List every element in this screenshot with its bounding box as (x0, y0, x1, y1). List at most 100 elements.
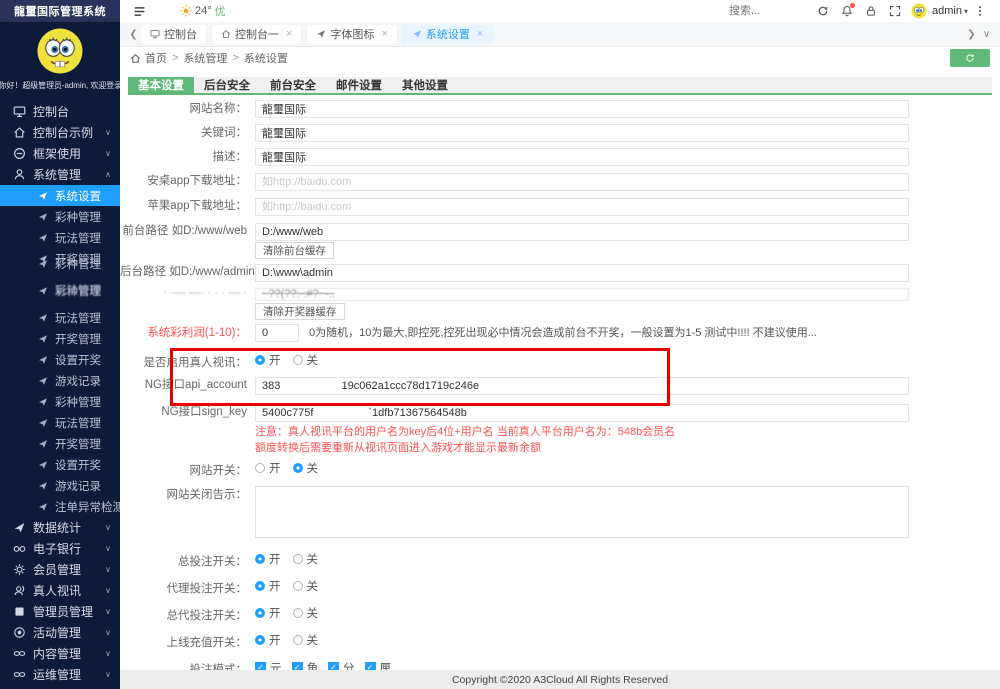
ios-app-url-input[interactable] (255, 198, 909, 216)
description-input[interactable] (255, 148, 909, 166)
sidebar-subitem-11[interactable]: 开奖管理 (0, 328, 120, 349)
open-tab-3[interactable]: 系统设置× (403, 25, 492, 44)
admin-menu[interactable]: admin (932, 5, 962, 17)
sidebar-item-label: 彩种管理 (55, 256, 101, 272)
bet-mode-yuan-checkbox[interactable]: ✓ (255, 662, 266, 670)
close-icon[interactable]: × (286, 29, 292, 40)
android-app-url-input[interactable] (255, 173, 909, 191)
keywords-input[interactable] (255, 124, 909, 142)
more-options-icon[interactable] (968, 0, 992, 22)
live-video-on-radio[interactable] (255, 355, 265, 365)
send-icon (38, 481, 48, 491)
general-agent-bet-on-radio[interactable] (255, 608, 265, 618)
notification-bell-icon[interactable] (835, 0, 859, 22)
settings-tab-2[interactable]: 前台安全 (260, 77, 326, 93)
send-icon (38, 439, 48, 449)
chevron-down-icon: ∨ (105, 128, 111, 137)
sidebar-item-27[interactable]: 运维管理∨ (0, 664, 120, 685)
bet-mode-jiao-checkbox[interactable]: ✓ (292, 662, 303, 670)
sidebar-item-22[interactable]: 会员管理∨ (0, 559, 120, 580)
site-name-input[interactable] (255, 100, 909, 118)
ng-sign-key-input[interactable] (255, 404, 909, 422)
breadcrumb-home[interactable]: 首页 (145, 50, 167, 66)
settings-tab-4[interactable]: 其他设置 (392, 77, 458, 93)
form-row-close-notice: 网站关闭告示： (120, 486, 1000, 543)
breadcrumb-level1[interactable]: 系统管理 (183, 50, 227, 66)
clear-front-cache-button[interactable]: 清除前台缓存 (255, 242, 334, 259)
open-tab-label: 控制台 (164, 26, 197, 42)
general-agent-bet-off-radio[interactable] (293, 608, 303, 618)
sidebar-subitem-8[interactable]: 彩种管理 (0, 253, 120, 274)
sidebar-subitem-19[interactable]: 注单异常检测 (0, 496, 120, 517)
total-bet-on-radio[interactable] (255, 554, 265, 564)
total-bet-off-radio[interactable] (293, 554, 303, 564)
user-profile: 你好！超级管理员-admin, 欢迎登录 (0, 22, 120, 95)
agent-bet-on-radio[interactable] (255, 581, 265, 591)
sidebar-subitem-9[interactable]: 彩种管理玩法管理 (0, 280, 120, 301)
sidebar-subitem-10[interactable]: 玩法管理 (0, 307, 120, 328)
open-tab-2[interactable]: 字体图标× (307, 25, 396, 44)
ng-api-account-input[interactable] (255, 377, 909, 395)
open-tab-0[interactable]: 控制台 (141, 25, 206, 44)
form-row-agent-bet: 代理投注开关： 开 关 (120, 580, 1000, 598)
sys-profit-range-input[interactable] (255, 324, 299, 342)
glitched-path-input[interactable] (255, 288, 909, 301)
form-row-total-bet: 总投注开关： 开 关 (120, 553, 1000, 571)
tabs-menu-icon[interactable]: ∨ (979, 29, 994, 40)
sidebar-subitem-6[interactable]: 玩法管理 (0, 227, 120, 248)
sidebar-item-1[interactable]: 控制台示例∨ (0, 122, 120, 143)
greeting-text: 你好！超级管理员-admin, 欢迎登录 (0, 79, 122, 90)
search-input[interactable] (729, 5, 811, 17)
sidebar-subitem-13[interactable]: 游戏记录 (0, 370, 120, 391)
sidebar-subitem-17[interactable]: 设置开奖 (0, 454, 120, 475)
field-label: 网站开关： (120, 462, 255, 480)
recharge-off-radio[interactable] (293, 635, 303, 645)
sidebar-item-3[interactable]: 系统管理∧ (0, 164, 120, 185)
bet-mode-li-checkbox[interactable]: ✓ (365, 662, 376, 670)
open-tab-1[interactable]: 控制台一× (212, 25, 301, 44)
form-row-note2: 额度转换后需要重新从视讯页面进入游戏才能显示最新余额 (120, 442, 1000, 454)
bet-mode-fen-checkbox[interactable]: ✓ (328, 662, 339, 670)
sidebar-item-23[interactable]: 真人视讯∨ (0, 580, 120, 601)
fullscreen-icon[interactable] (883, 0, 907, 22)
sidebar-item-20[interactable]: 数据统计∨ (0, 517, 120, 538)
close-icon[interactable]: × (381, 29, 387, 40)
sidebar-subitem-12[interactable]: 设置开奖 (0, 349, 120, 370)
lock-icon[interactable] (859, 0, 883, 22)
sidebar-item-21[interactable]: 电子银行∨ (0, 538, 120, 559)
admin-path-input[interactable] (255, 264, 909, 282)
topbar-avatar[interactable] (911, 3, 927, 19)
sidebar-item-2[interactable]: 框架使用∨ (0, 143, 120, 164)
menu-toggle-icon[interactable] (128, 5, 150, 18)
settings-tab-3[interactable]: 邮件设置 (326, 77, 392, 93)
settings-tab-0[interactable]: 基本设置 (128, 77, 194, 93)
refresh-icon[interactable] (811, 0, 835, 22)
sidebar-item-label: 内容管理 (33, 645, 81, 662)
sidebar-subitem-14[interactable]: 彩种管理 (0, 391, 120, 412)
settings-tab-1[interactable]: 后台安全 (194, 77, 260, 93)
agent-bet-off-radio[interactable] (293, 581, 303, 591)
site-switch-off-radio[interactable] (293, 463, 303, 473)
sidebar-subitem-5[interactable]: 彩种管理 (0, 206, 120, 227)
sidebar-subitem-15[interactable]: 玩法管理 (0, 412, 120, 433)
sidebar-subitem-18[interactable]: 游戏记录 (0, 475, 120, 496)
sidebar-subitem-4[interactable]: 系统设置 (0, 185, 120, 206)
live-video-off-radio[interactable] (293, 355, 303, 365)
sidebar-item-25[interactable]: 活动管理∨ (0, 622, 120, 643)
tabs-scroll-left-icon[interactable]: ❮ (126, 29, 141, 40)
recharge-on-radio[interactable] (255, 635, 265, 645)
sidebar-item-26[interactable]: 内容管理∨ (0, 643, 120, 664)
sidebar-item-24[interactable]: 管理员管理∨ (0, 601, 120, 622)
refresh-page-button[interactable] (950, 49, 990, 67)
sidebar-item-0[interactable]: 控制台 (0, 101, 120, 122)
sidebar-item-label: 开奖管理 (55, 331, 101, 347)
close-icon[interactable]: × (477, 29, 483, 40)
sidebar-subitem-16[interactable]: 开奖管理 (0, 433, 120, 454)
site-switch-on-radio[interactable] (255, 463, 265, 473)
clear-lottery-cache-button[interactable]: 清除开奖器缓存 (255, 303, 345, 320)
tabs-scroll-right-icon[interactable]: ❯ (964, 29, 979, 40)
close-notice-textarea[interactable] (255, 486, 909, 538)
front-path-input[interactable] (255, 223, 909, 241)
breadcrumb-level2[interactable]: 系统设置 (244, 50, 288, 66)
form-row-sys-profit-range: 系统彩利润(1-10)： 0为随机，10为最大,即控死,控死出现必中情况会造成前… (120, 324, 1000, 342)
